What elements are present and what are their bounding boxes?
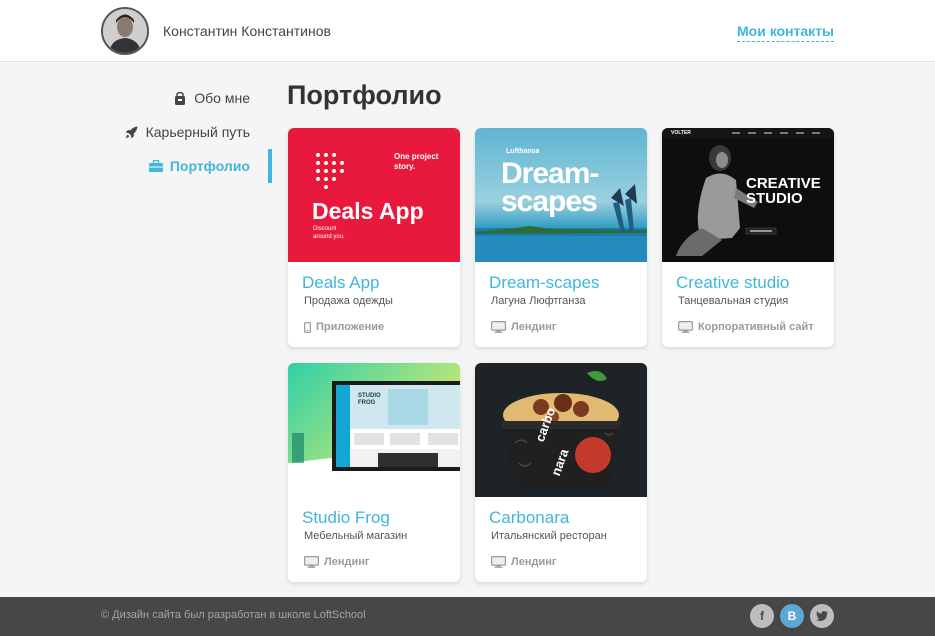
portfolio-card-carbonara[interactable]: carbo nara Carbonara Итальянский рестора… <box>475 363 647 582</box>
sidebar-item-label: Карьерный путь <box>145 124 250 140</box>
active-indicator <box>268 149 272 183</box>
mobile-icon <box>304 321 311 333</box>
monitor-icon <box>678 321 693 333</box>
monitor-icon <box>491 556 506 568</box>
project-subtitle: Продажа одежды <box>304 295 393 307</box>
dots-logo-icon <box>316 153 344 189</box>
rocket-icon <box>125 125 139 139</box>
project-title[interactable]: Studio Frog <box>302 508 390 528</box>
project-thumbnail: STUDIO FROG <box>288 363 460 497</box>
project-subtitle: Танцевальная студия <box>678 295 789 307</box>
thumb-heading: Dream- <box>501 157 599 190</box>
project-type-label: Лендинг <box>511 321 557 333</box>
user-name: Константин Константинов <box>163 23 331 39</box>
facebook-icon[interactable]: f <box>750 604 774 628</box>
sidebar-item-about[interactable]: Обо мне <box>173 81 250 115</box>
laptop-mockup-icon <box>288 381 460 497</box>
project-thumbnail: One project story. Deals App Discount ar… <box>288 128 460 262</box>
monitor-icon <box>491 321 506 333</box>
thumb-brand: Lufthansa <box>506 148 540 155</box>
copyright-text: © Дизайн сайта был разработан в школе Lo… <box>101 609 366 621</box>
sidebar-item-label: Обо мне <box>194 90 250 106</box>
project-title[interactable]: Creative studio <box>676 273 789 293</box>
project-type-label: Корпоративный сайт <box>698 321 814 333</box>
project-type: Приложение <box>304 321 384 333</box>
vk-icon[interactable]: B <box>780 604 804 628</box>
thumb-text: story. <box>394 162 416 171</box>
header: Константин Константинов Мои контакты <box>0 0 935 62</box>
footer: © Дизайн сайта был разработан в школе Lo… <box>0 597 935 636</box>
project-thumbnail: carbo nara <box>475 363 647 497</box>
project-type: Лендинг <box>491 556 556 568</box>
project-type: Лендинг <box>304 556 369 568</box>
portfolio-card-creative-studio[interactable]: VOLTER CREATIVE STUDIO Creative studio Т… <box>662 128 834 347</box>
thumb-heading: scapes <box>501 185 598 218</box>
thumb-text: around you. <box>313 234 345 240</box>
thumb-text: Discount <box>313 226 337 232</box>
sidebar-item-career[interactable]: Карьерный путь <box>125 115 250 149</box>
portfolio-card-dream-scapes[interactable]: Lufthansa Dream- scapes Dream-scapes Лаг… <box>475 128 647 347</box>
twitter-icon[interactable] <box>810 604 834 628</box>
thumb-heading: FROG <box>358 400 376 406</box>
project-thumbnail: Lufthansa Dream- scapes <box>475 128 647 262</box>
portfolio-card-studio-frog[interactable]: STUDIO FROG Studio Frog Мебельный магази… <box>288 363 460 582</box>
sidebar-item-portfolio[interactable]: Портфолио <box>148 149 250 183</box>
project-thumbnail: VOLTER CREATIVE STUDIO <box>662 128 834 262</box>
project-title[interactable]: Carbonara <box>489 508 569 528</box>
thumb-heading: STUDIO <box>746 190 803 207</box>
portfolio-card-deals-app[interactable]: One project story. Deals App Discount ar… <box>288 128 460 347</box>
project-type-label: Лендинг <box>324 556 370 568</box>
bag-icon <box>173 91 187 105</box>
project-type: Лендинг <box>491 321 556 333</box>
avatar[interactable] <box>101 7 149 55</box>
project-type-label: Приложение <box>316 321 385 333</box>
page-title: Портфолио <box>287 80 442 110</box>
my-contacts-link[interactable]: Мои контакты <box>736 23 834 42</box>
project-subtitle: Мебельный магазин <box>304 530 408 542</box>
sidebar-item-label: Портфолио <box>169 158 250 174</box>
project-subtitle: Итальянский ресторан <box>491 530 607 542</box>
project-type-label: Лендинг <box>511 556 557 568</box>
thumb-heading: STUDIO <box>358 393 381 399</box>
thumb-heading: CREATIVE <box>746 175 821 192</box>
project-type: Корпоративный сайт <box>678 321 814 333</box>
thumb-text: One project <box>394 152 439 161</box>
briefcase-icon <box>148 159 163 173</box>
thumb-heading: Deals App <box>312 198 424 224</box>
monitor-icon <box>304 556 319 568</box>
thumb-logo: VOLTER <box>671 130 691 136</box>
project-subtitle: Лагуна Люфтганза <box>491 295 586 307</box>
project-title[interactable]: Deals App <box>302 273 380 293</box>
project-title[interactable]: Dream-scapes <box>489 273 600 293</box>
